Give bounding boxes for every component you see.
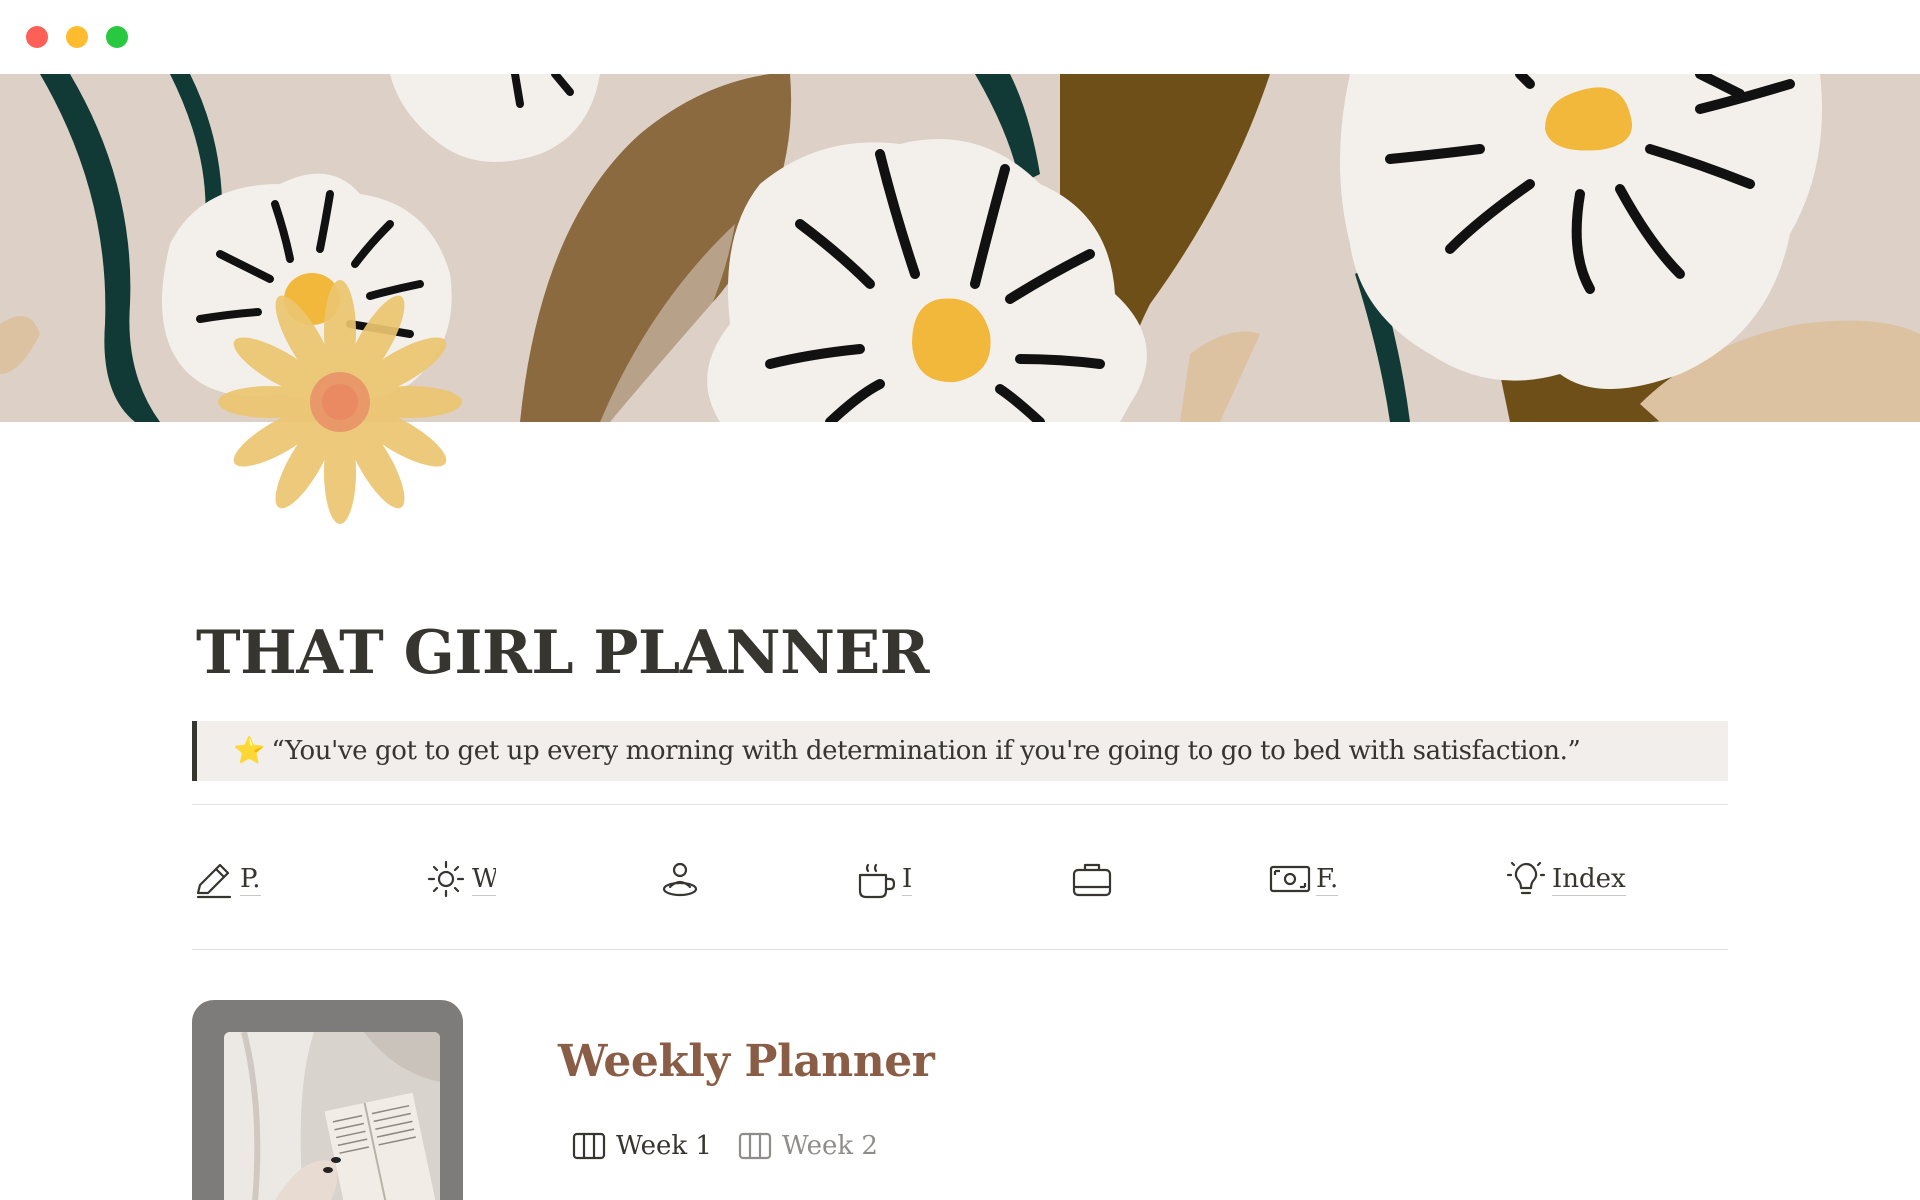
nav-item-finance[interactable]: F. <box>1268 855 1339 903</box>
close-window-button[interactable] <box>26 26 48 48</box>
nav-item-index[interactable]: Index <box>1504 855 1626 903</box>
weekly-planner-heading[interactable]: Weekly Planner <box>558 1036 935 1087</box>
person-icon <box>662 862 698 897</box>
quote-text: “You've got to get up every morning with… <box>271 736 1581 766</box>
week-label: Week 1 <box>616 1131 712 1161</box>
nav-label: I <box>902 863 912 896</box>
coffee-icon <box>858 863 896 899</box>
week-label: Week 2 <box>782 1131 878 1161</box>
board-icon <box>738 1132 772 1160</box>
star-icon: ⭐ <box>233 736 266 766</box>
nav-item-journal[interactable]: I <box>854 855 912 903</box>
nav-label: W <box>472 863 496 896</box>
minimize-window-button[interactable] <box>66 26 88 48</box>
nav-label: F. <box>1316 863 1339 896</box>
nav-item-self-care[interactable] <box>658 855 702 903</box>
weekly-planner-thumbnail[interactable] <box>192 1000 463 1200</box>
page-icon[interactable] <box>210 272 470 532</box>
nav-item-planner[interactable]: P. <box>192 855 261 903</box>
divider <box>192 949 1728 950</box>
pencil-icon <box>196 863 232 899</box>
divider <box>192 804 1728 805</box>
board-icon <box>572 1132 606 1160</box>
page-title[interactable]: THAT GIRL PLANNER <box>196 618 930 688</box>
sun-icon <box>427 860 465 898</box>
window-titlebar <box>0 0 1920 74</box>
week-1-link[interactable]: Week 1 <box>572 1128 712 1164</box>
quote-block[interactable]: ⭐ “You've got to get up every morning wi… <box>192 721 1728 781</box>
nav-item-wellness[interactable]: W <box>424 855 496 903</box>
book-photo-image <box>224 1032 440 1200</box>
lightbulb-icon <box>1506 861 1546 895</box>
reading-photo <box>224 1032 440 1200</box>
maximize-window-button[interactable] <box>106 26 128 48</box>
briefcase-icon <box>1072 863 1112 897</box>
money-icon <box>1269 865 1311 893</box>
week-2-link[interactable]: Week 2 <box>738 1128 878 1164</box>
nav-label: P. <box>240 863 261 896</box>
nav-label: Index <box>1552 863 1626 896</box>
nav-item-work[interactable] <box>1070 855 1114 903</box>
daisy-icon <box>218 280 462 524</box>
